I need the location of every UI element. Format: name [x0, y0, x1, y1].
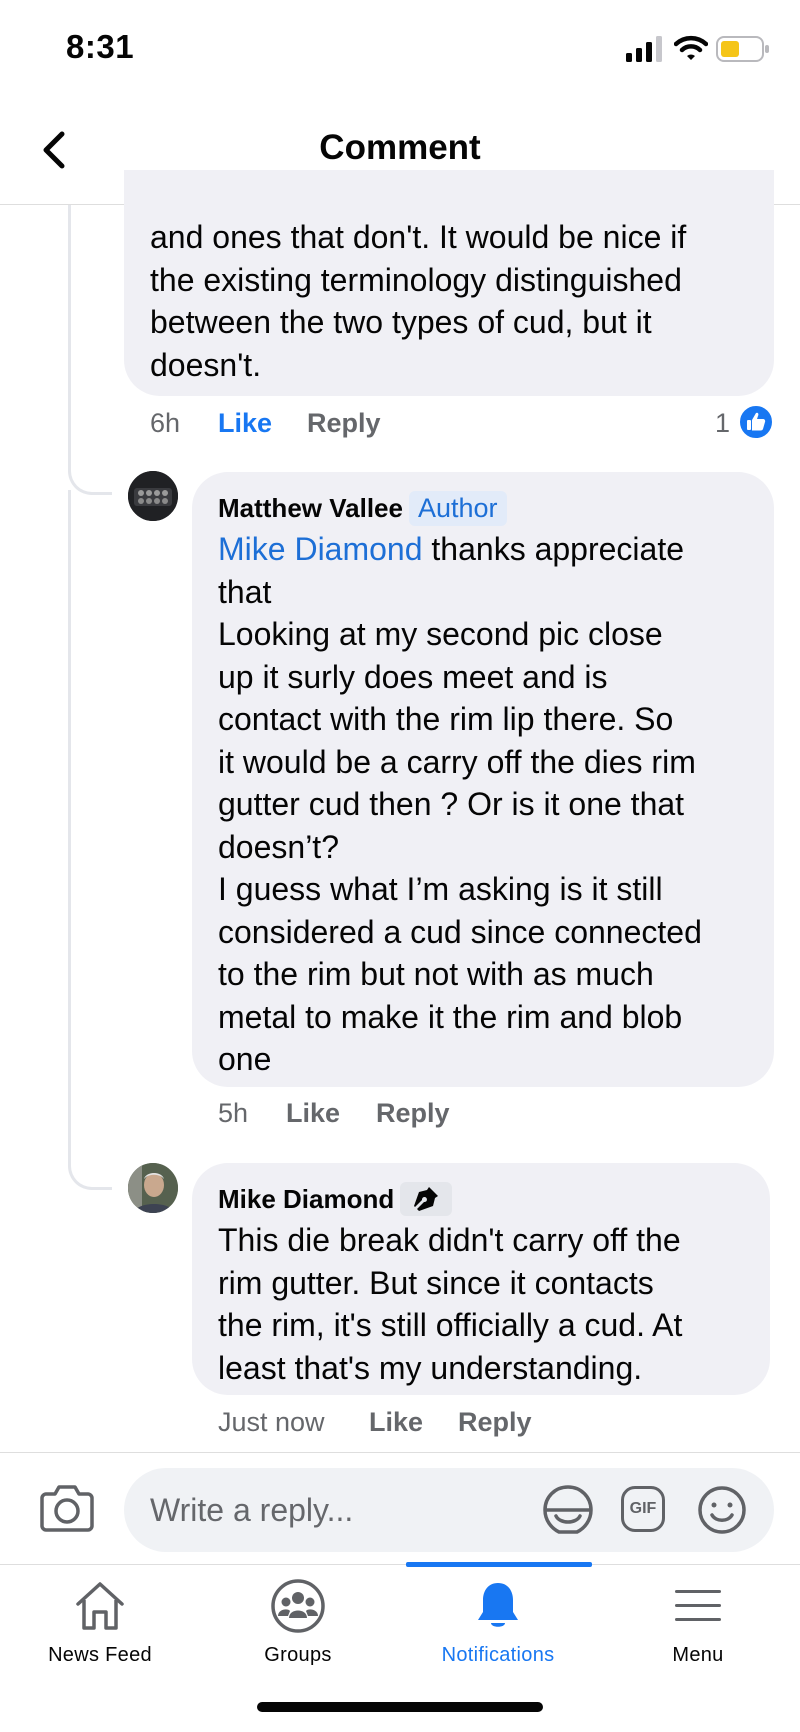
- comment-text: and ones that don't. It would be nice if…: [150, 219, 687, 383]
- status-time: 8:31: [66, 28, 135, 65]
- sticker-icon[interactable]: [542, 1484, 594, 1536]
- person-photo-avatar: [128, 1163, 178, 1213]
- pen-nib-icon: [400, 1182, 453, 1216]
- like-button[interactable]: Like: [218, 408, 272, 439]
- groups-icon: [271, 1579, 325, 1633]
- gif-label: GIF: [629, 1500, 657, 1517]
- comment-body: thanks appreciate that Looking at my sec…: [218, 531, 702, 1077]
- bell-icon: [478, 1583, 518, 1627]
- comment-bubble: and ones that don't. It would be nice if…: [124, 170, 774, 396]
- tabbar-divider: [0, 1564, 800, 1565]
- tab-groups[interactable]: Groups: [198, 1578, 398, 1678]
- reaction-count: 1: [715, 408, 731, 438]
- reply-button[interactable]: Reply: [376, 1098, 450, 1129]
- avatar[interactable]: [128, 471, 178, 521]
- page-title: Comment: [319, 128, 481, 167]
- reply-button[interactable]: Reply: [307, 408, 381, 439]
- thread-connector: [68, 465, 112, 495]
- like-button[interactable]: Like: [286, 1098, 340, 1129]
- tab-label: Menu: [672, 1644, 724, 1666]
- tab-menu[interactable]: Menu: [598, 1578, 798, 1678]
- tab-news-feed[interactable]: News Feed: [0, 1578, 200, 1678]
- home-indicator: [257, 1702, 543, 1712]
- coin-photo-avatar: [128, 471, 178, 521]
- thread-line: [68, 205, 71, 467]
- home-icon: [76, 1582, 124, 1630]
- comment-bubble: Matthew Vallee Author Mike Diamond thank…: [192, 472, 774, 1087]
- reply-button[interactable]: Reply: [458, 1407, 532, 1438]
- thread-line: [68, 490, 71, 1160]
- reply-box[interactable]: GIF: [124, 1468, 774, 1552]
- wifi-icon: [674, 35, 708, 60]
- tab-label: Groups: [264, 1644, 332, 1666]
- like-button[interactable]: Like: [369, 1407, 423, 1438]
- comment-bubble: Mike Diamond This die break didn't carry…: [192, 1163, 770, 1395]
- tab-label: Notifications: [441, 1644, 555, 1666]
- like-reaction-icon[interactable]: [738, 404, 774, 440]
- cell-signal-icon: [626, 36, 662, 62]
- gif-button[interactable]: GIF: [621, 1486, 665, 1532]
- thread-connector: [68, 1160, 112, 1190]
- emoji-icon[interactable]: [697, 1485, 747, 1535]
- avatar[interactable]: [128, 1163, 178, 1213]
- tab-notifications[interactable]: Notifications: [398, 1578, 598, 1678]
- comment-timestamp: Just now: [218, 1407, 325, 1437]
- comment-text: Mike Diamond thanks appreciate that Look…: [218, 528, 774, 1081]
- reply-input[interactable]: [150, 1468, 510, 1552]
- comment-author[interactable]: Mike Diamond: [218, 1184, 394, 1215]
- active-tab-indicator: [406, 1562, 592, 1567]
- author-badge: Author: [408, 490, 507, 526]
- composer-divider: [0, 1452, 800, 1453]
- mention-link[interactable]: Mike Diamond: [218, 531, 423, 567]
- battery-icon: [716, 36, 769, 62]
- comment-text: This die break didn't carry off the rim …: [218, 1222, 683, 1386]
- comment-timestamp: 6h: [150, 408, 181, 438]
- comment-author[interactable]: Matthew Vallee: [218, 493, 403, 524]
- menu-icon: [675, 1590, 721, 1621]
- comment-timestamp: 5h: [218, 1098, 249, 1128]
- tab-label: News Feed: [48, 1644, 152, 1666]
- camera-icon[interactable]: [40, 1484, 94, 1532]
